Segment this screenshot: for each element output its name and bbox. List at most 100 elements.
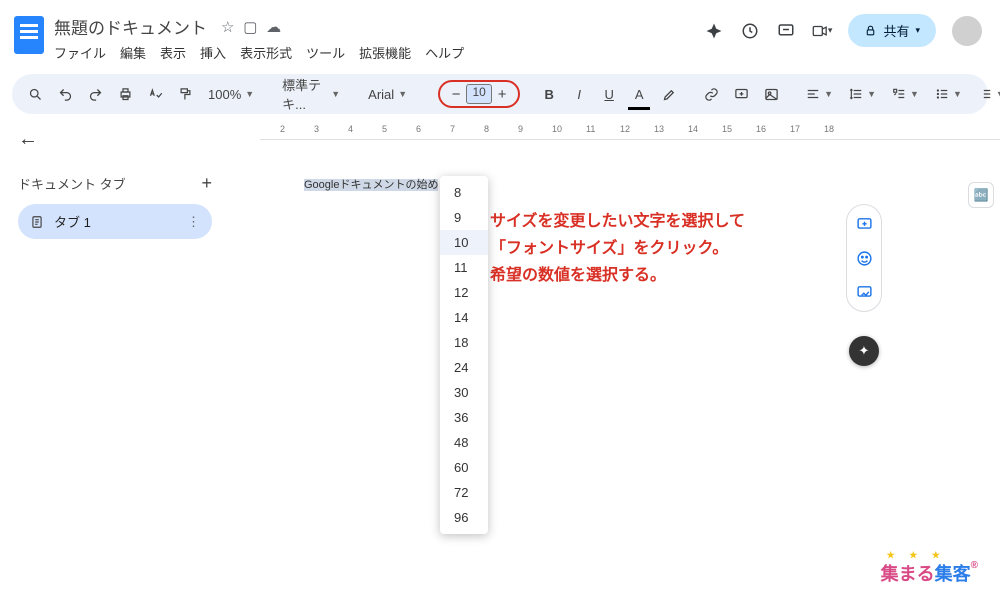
- add-emoji-icon[interactable]: [851, 245, 877, 271]
- zoom-dropdown[interactable]: 100%▼: [202, 87, 260, 102]
- insert-comment-icon[interactable]: [728, 81, 754, 107]
- ruler-tick: 3: [314, 124, 319, 134]
- ruler-tick: 7: [450, 124, 455, 134]
- menu-file[interactable]: ファイル: [54, 43, 106, 62]
- tab-label: タブ 1: [54, 212, 91, 231]
- ruler-tick: 16: [756, 124, 766, 134]
- menu-help[interactable]: ヘルプ: [425, 43, 464, 62]
- italic-button[interactable]: I: [566, 81, 592, 107]
- ruler-tick: 18: [824, 124, 834, 134]
- menu-bar: ファイル 編集 表示 挿入 表示形式 ツール 拡張機能 ヘルプ: [54, 43, 694, 62]
- font-size-option[interactable]: 96: [440, 505, 488, 530]
- font-size-option[interactable]: 18: [440, 330, 488, 355]
- font-size-input[interactable]: 10: [466, 84, 492, 104]
- gemini-fab-icon[interactable]: ✦: [849, 336, 879, 366]
- bulleted-list-dropdown[interactable]: ▼: [929, 87, 968, 101]
- font-size-option[interactable]: 30: [440, 380, 488, 405]
- move-folder-icon[interactable]: ▢: [243, 19, 257, 36]
- undo-icon[interactable]: [52, 81, 78, 107]
- ruler-tick: 8: [484, 124, 489, 134]
- highlight-button[interactable]: [656, 81, 682, 107]
- watermark-text: 集まる: [881, 564, 935, 584]
- history-icon[interactable]: [740, 21, 760, 41]
- document-body-text[interactable]: Googleドキュメントの始め: [304, 176, 438, 192]
- app-header: 無題のドキュメント ☆ ▢ ☁ ファイル 編集 表示 挿入 表示形式 ツール 拡…: [0, 0, 1000, 66]
- font-size-option[interactable]: 10: [440, 230, 488, 255]
- font-size-option[interactable]: 9: [440, 205, 488, 230]
- ruler-tick: 15: [722, 124, 732, 134]
- toolbar: 100%▼ 標準テキ...▼ Arial▼ − 10 + B I U A ▼ ▼…: [12, 74, 988, 114]
- line-spacing-dropdown[interactable]: ▼: [843, 87, 882, 101]
- font-size-option[interactable]: 11: [440, 255, 488, 280]
- underline-button[interactable]: U: [596, 81, 622, 107]
- font-value: Arial: [368, 87, 394, 102]
- cloud-status-icon[interactable]: ☁: [266, 19, 281, 36]
- font-size-option[interactable]: 60: [440, 455, 488, 480]
- title-block: 無題のドキュメント ☆ ▢ ☁ ファイル 編集 表示 挿入 表示形式 ツール 拡…: [54, 14, 694, 62]
- watermark-text: 集客: [935, 564, 971, 584]
- font-size-option[interactable]: 14: [440, 305, 488, 330]
- document-canvas: 23456789101112131415161718 Googleドキュメントの…: [220, 114, 1000, 604]
- menu-extensions[interactable]: 拡張機能: [359, 43, 411, 62]
- docs-logo-icon[interactable]: [14, 16, 44, 54]
- watermark-reg: ®: [971, 560, 978, 571]
- translate-icon[interactable]: 🔤: [968, 182, 994, 208]
- sidebar-title: ドキュメント タブ: [18, 174, 126, 193]
- account-avatar[interactable]: [952, 16, 982, 46]
- redo-icon[interactable]: [82, 81, 108, 107]
- share-label: 共有: [883, 21, 909, 40]
- menu-edit[interactable]: 編集: [120, 43, 146, 62]
- menu-tools[interactable]: ツール: [306, 43, 345, 62]
- ruler-tick: 12: [620, 124, 630, 134]
- print-icon[interactable]: [112, 81, 138, 107]
- numbered-list-dropdown[interactable]: ▼: [972, 87, 1000, 101]
- ruler[interactable]: 23456789101112131415161718: [260, 122, 1000, 140]
- zoom-value: 100%: [208, 87, 241, 102]
- font-size-option[interactable]: 24: [440, 355, 488, 380]
- rail-group: [846, 204, 882, 312]
- font-size-option[interactable]: 72: [440, 480, 488, 505]
- font-size-option[interactable]: 8: [440, 180, 488, 205]
- ruler-tick: 4: [348, 124, 353, 134]
- lock-icon: [864, 24, 877, 37]
- comments-icon[interactable]: [776, 21, 796, 41]
- menu-insert[interactable]: 挿入: [200, 43, 226, 62]
- font-family-dropdown[interactable]: Arial▼: [362, 87, 422, 102]
- suggest-edits-icon[interactable]: [851, 279, 877, 305]
- checklist-dropdown[interactable]: ▼: [886, 87, 925, 101]
- back-arrow-icon[interactable]: ←: [18, 128, 212, 151]
- ruler-tick: 14: [688, 124, 698, 134]
- gemini-icon[interactable]: [704, 21, 724, 41]
- spellcheck-icon[interactable]: [142, 81, 168, 107]
- selected-text: Googleドキュメントの始め: [304, 179, 438, 191]
- paint-format-icon[interactable]: [172, 81, 198, 107]
- ruler-tick: 10: [552, 124, 562, 134]
- insert-link-icon[interactable]: [698, 81, 724, 107]
- font-size-option[interactable]: 48: [440, 430, 488, 455]
- font-size-increase-button[interactable]: +: [492, 86, 512, 103]
- tab-menu-icon[interactable]: ⋮: [187, 214, 200, 230]
- menu-view[interactable]: 表示: [160, 43, 186, 62]
- bold-button[interactable]: B: [536, 81, 562, 107]
- align-dropdown[interactable]: ▼: [800, 87, 839, 101]
- doc-title[interactable]: 無題のドキュメント: [54, 14, 207, 39]
- add-tab-button[interactable]: +: [201, 173, 212, 194]
- text-color-button[interactable]: A: [626, 81, 652, 107]
- document-tab-item[interactable]: タブ 1 ⋮: [18, 204, 212, 239]
- menu-format[interactable]: 表示形式: [240, 43, 292, 62]
- font-size-decrease-button[interactable]: −: [446, 86, 466, 103]
- ruler-tick: 2: [280, 124, 285, 134]
- font-size-option[interactable]: 12: [440, 280, 488, 305]
- search-icon[interactable]: [22, 81, 48, 107]
- insert-image-icon[interactable]: [758, 81, 784, 107]
- add-comment-icon[interactable]: [851, 211, 877, 237]
- paragraph-style-dropdown[interactable]: 標準テキ...▼: [276, 75, 346, 113]
- font-size-option[interactable]: 36: [440, 405, 488, 430]
- meet-icon[interactable]: ▾: [812, 21, 832, 41]
- page[interactable]: Googleドキュメントの始め: [260, 144, 870, 604]
- left-sidebar: ← ドキュメント タブ + タブ 1 ⋮: [0, 114, 220, 604]
- star-icon[interactable]: ☆: [221, 19, 234, 36]
- header-actions: ▾ 共有 ▾: [704, 14, 982, 47]
- share-button[interactable]: 共有 ▾: [848, 14, 936, 47]
- doc-tab-icon: [30, 215, 44, 229]
